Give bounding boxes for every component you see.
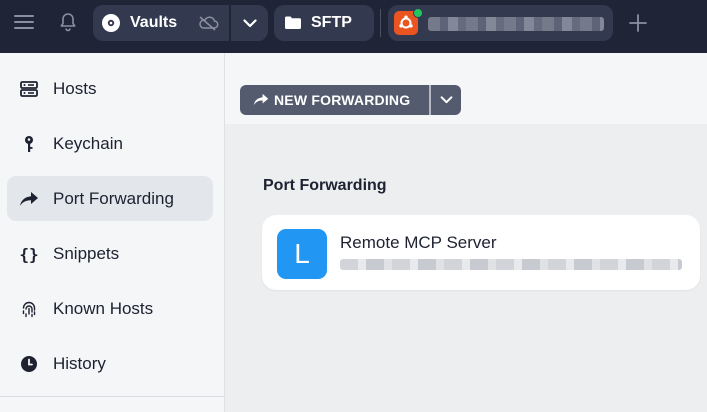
new-forwarding-dropdown-chevron-icon[interactable]	[431, 85, 461, 115]
forward-icon	[18, 188, 40, 210]
section-title: Port Forwarding	[263, 177, 387, 194]
key-icon	[18, 133, 40, 155]
sidebar: Hosts Keychain Port Forwarding {} Snippe…	[0, 53, 225, 412]
rule-avatar: L	[277, 229, 327, 279]
vaults-label: Vaults	[130, 14, 178, 31]
menu-icon[interactable]	[10, 10, 38, 34]
sftp-label: SFTP	[311, 14, 352, 31]
clock-icon	[18, 353, 40, 375]
online-status-dot	[413, 8, 423, 18]
sidebar-item-label: Snippets	[53, 244, 120, 263]
vaults-dropdown-chevron-icon[interactable]	[231, 5, 268, 41]
sidebar-item-label: Hosts	[53, 79, 97, 98]
sidebar-item-history[interactable]: History	[7, 341, 213, 386]
sidebar-item-label: History	[53, 354, 106, 373]
main-toolbar: NEW FORWARDING	[225, 53, 707, 124]
sidebar-item-snippets[interactable]: {} Snippets	[7, 231, 213, 276]
sftp-tab[interactable]: SFTP	[274, 5, 374, 41]
server-icon	[18, 78, 40, 100]
rule-detail-redacted	[340, 259, 682, 270]
sidebar-item-label: Port Forwarding	[53, 189, 174, 208]
new-forwarding-button[interactable]: NEW FORWARDING	[240, 85, 429, 115]
new-forwarding-label: NEW FORWARDING	[274, 92, 411, 108]
cloud-off-icon	[197, 15, 219, 36]
bell-icon[interactable]	[56, 10, 80, 34]
new-forwarding-split-button: NEW FORWARDING	[240, 85, 461, 115]
sidebar-item-label: Known Hosts	[53, 299, 154, 318]
vault-logo-icon	[102, 14, 120, 32]
sidebar-item-label: Keychain	[53, 134, 123, 153]
folder-icon	[285, 16, 301, 34]
tab-divider	[380, 9, 381, 37]
main-content: Port Forwarding L Remote MCP Server	[225, 124, 707, 412]
host-name-redacted	[428, 17, 604, 31]
sidebar-divider	[0, 396, 224, 397]
vaults-selector: Vaults	[93, 5, 268, 41]
host-session-tab[interactable]	[388, 5, 613, 41]
sidebar-item-hosts[interactable]: Hosts	[7, 66, 213, 111]
sidebar-item-port-forwarding[interactable]: Port Forwarding	[7, 176, 213, 221]
sidebar-item-known-hosts[interactable]: Known Hosts	[7, 286, 213, 331]
forward-icon	[253, 93, 269, 111]
braces-icon: {}	[19, 244, 39, 264]
plus-icon[interactable]	[626, 11, 650, 35]
sidebar-item-keychain[interactable]: Keychain	[7, 121, 213, 166]
port-forwarding-rule-card[interactable]: L Remote MCP Server	[262, 215, 700, 290]
top-bar: Vaults SFTP	[0, 0, 707, 53]
rule-name: Remote MCP Server	[340, 233, 497, 252]
vaults-button[interactable]: Vaults	[93, 5, 229, 41]
fingerprint-icon	[18, 298, 40, 320]
